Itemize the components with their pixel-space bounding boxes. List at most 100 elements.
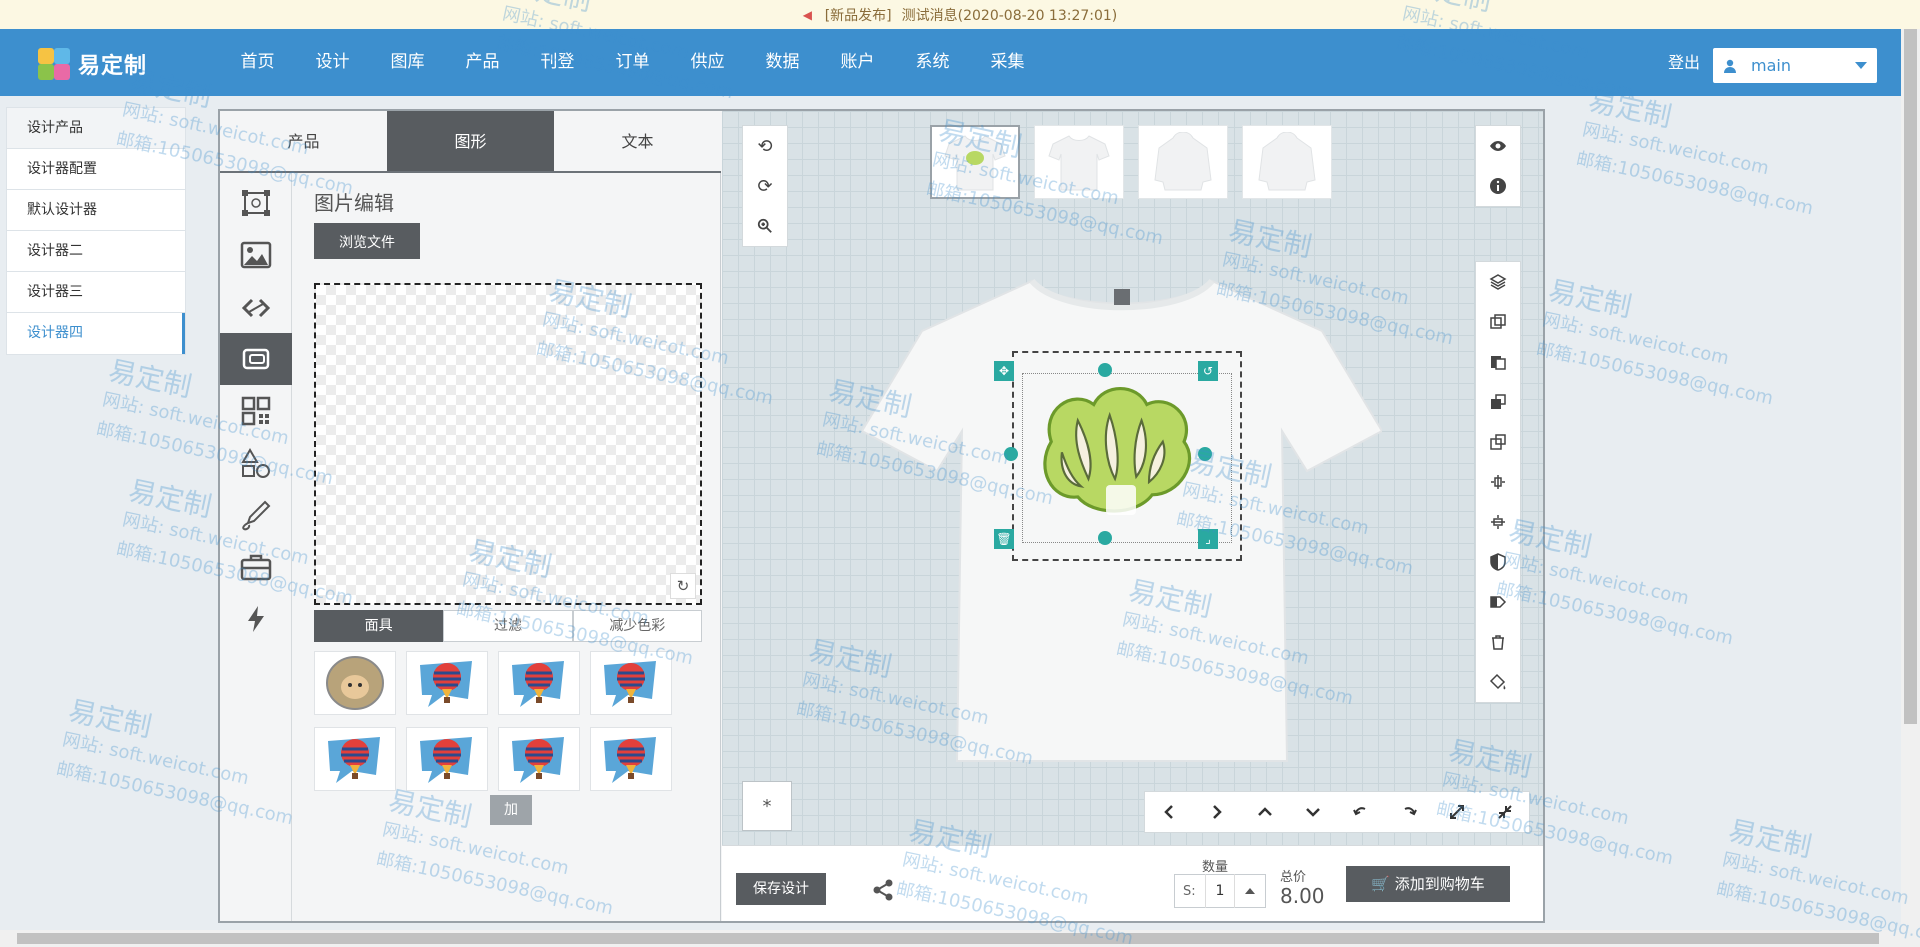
preview-eye-icon[interactable] bbox=[1476, 126, 1520, 166]
resize-handle-icon[interactable]: ⌟ bbox=[1198, 529, 1218, 549]
rotate-right-icon[interactable] bbox=[1385, 792, 1433, 832]
move-left-icon[interactable] bbox=[1145, 792, 1193, 832]
mask-item[interactable] bbox=[590, 651, 672, 715]
horizontal-scrollbar[interactable] bbox=[0, 930, 1901, 947]
subtab-0[interactable]: 面具 bbox=[314, 610, 444, 642]
move-handle-icon[interactable]: ✥ bbox=[994, 361, 1014, 381]
rotate-icon[interactable]: ↻ bbox=[670, 573, 696, 599]
image-icon[interactable] bbox=[220, 229, 292, 281]
tab-0[interactable]: 产品 bbox=[220, 111, 387, 171]
star-button[interactable]: * bbox=[742, 781, 792, 831]
tag-icon[interactable] bbox=[1476, 582, 1520, 622]
briefcase-icon[interactable] bbox=[220, 541, 292, 593]
align-vertical-icon[interactable] bbox=[1476, 502, 1520, 542]
bring-front-icon[interactable] bbox=[1476, 382, 1520, 422]
logout-link[interactable]: 登出 bbox=[1668, 29, 1700, 96]
nav-item-5[interactable]: 订单 bbox=[595, 29, 670, 96]
watermark-site: 网站: soft.weicot.com bbox=[1720, 849, 1911, 910]
mask-item[interactable] bbox=[406, 727, 488, 791]
frame-icon[interactable] bbox=[220, 177, 292, 229]
selected-artwork[interactable]: ✥ ↺ 🗑 ⌟ bbox=[994, 351, 1242, 561]
sidebar-item-2[interactable]: 默认设计器 bbox=[7, 190, 185, 231]
brand-logo[interactable]: 易定制 bbox=[36, 46, 147, 82]
mask-item[interactable] bbox=[498, 727, 580, 791]
notice-message[interactable]: 测试消息(2020-08-20 13:27:01) bbox=[902, 5, 1118, 25]
move-right-icon[interactable] bbox=[1193, 792, 1241, 832]
undo-icon[interactable]: ⟲ bbox=[743, 126, 787, 166]
nav-item-0[interactable]: 首页 bbox=[220, 29, 295, 96]
rotate-left-icon[interactable] bbox=[1337, 792, 1385, 832]
image-edit-canvas[interactable]: ↻ bbox=[314, 283, 702, 605]
shapes-icon[interactable] bbox=[220, 437, 292, 489]
delete-handle-icon[interactable]: 🗑 bbox=[994, 529, 1014, 549]
quantity-up-icon[interactable] bbox=[1235, 874, 1265, 908]
paste-icon[interactable] bbox=[1476, 342, 1520, 382]
nav-item-7[interactable]: 数据 bbox=[745, 29, 820, 96]
delete-icon[interactable] bbox=[1476, 622, 1520, 662]
handle-top[interactable] bbox=[1098, 363, 1112, 377]
mask-item[interactable] bbox=[314, 651, 396, 715]
subtab-2[interactable]: 减少色彩 bbox=[572, 610, 702, 642]
nav-item-6[interactable]: 供应 bbox=[670, 29, 745, 96]
sidebar-item-1[interactable]: 设计器配置 bbox=[7, 149, 185, 190]
view-thumbnail[interactable] bbox=[1034, 125, 1124, 199]
move-down-icon[interactable] bbox=[1289, 792, 1337, 832]
image-edit-icon[interactable] bbox=[220, 333, 292, 385]
mask-item[interactable] bbox=[590, 727, 672, 791]
user-icon bbox=[1724, 59, 1736, 73]
subtab-1[interactable]: 过滤 bbox=[443, 610, 573, 642]
sidebar-item-3[interactable]: 设计器二 bbox=[7, 231, 185, 272]
nav-item-3[interactable]: 产品 bbox=[445, 29, 520, 96]
layers-icon[interactable] bbox=[1476, 262, 1520, 302]
top-navbar: 易定制 首页 设计 图库 产品 刊登 订单 供应 数据 账户 系统 采集 登出 main bbox=[0, 29, 1920, 96]
info-icon[interactable] bbox=[1476, 166, 1520, 206]
sidebar-item-4[interactable]: 设计器三 bbox=[7, 272, 185, 313]
mask-item[interactable] bbox=[498, 651, 580, 715]
horizontal-scroll-thumb[interactable] bbox=[17, 933, 1879, 944]
redo-icon[interactable]: ⟳ bbox=[743, 166, 787, 206]
share-icon[interactable] bbox=[872, 879, 894, 901]
nav-item-9[interactable]: 系统 bbox=[895, 29, 970, 96]
nav-item-2[interactable]: 图库 bbox=[370, 29, 445, 96]
sidebar-item-5[interactable]: 设计器四 bbox=[7, 313, 185, 354]
quantity-input[interactable]: 1 bbox=[1205, 874, 1235, 908]
user-select[interactable]: main bbox=[1713, 48, 1877, 83]
expand-icon[interactable] bbox=[1433, 792, 1481, 832]
notice-tag[interactable]: [新品发布] bbox=[825, 5, 892, 25]
vertical-scroll-thumb[interactable] bbox=[1904, 29, 1917, 724]
send-back-icon[interactable] bbox=[1476, 422, 1520, 462]
nav-item-4[interactable]: 刊登 bbox=[520, 29, 595, 96]
mask-item[interactable] bbox=[406, 651, 488, 715]
add-to-cart-button[interactable]: 🛒 添加到购物车 bbox=[1346, 866, 1510, 902]
sidebar-item-0[interactable]: 设计产品 bbox=[7, 108, 185, 149]
compress-icon[interactable] bbox=[1481, 792, 1529, 832]
align-horizontal-icon[interactable] bbox=[1476, 462, 1520, 502]
nav-item-1[interactable]: 设计 bbox=[295, 29, 370, 96]
qr-code-icon[interactable] bbox=[220, 385, 292, 437]
view-thumbnail[interactable] bbox=[1138, 125, 1228, 199]
nav-item-10[interactable]: 采集 bbox=[970, 29, 1045, 96]
save-design-button[interactable]: 保存设计 bbox=[736, 873, 826, 905]
rotate-handle-icon[interactable]: ↺ bbox=[1198, 361, 1218, 381]
quantity-stepper[interactable]: S: 1 bbox=[1174, 874, 1266, 908]
move-up-icon[interactable] bbox=[1241, 792, 1289, 832]
fill-bucket-icon[interactable] bbox=[1476, 662, 1520, 702]
mask-item[interactable] bbox=[314, 727, 396, 791]
duplicate-icon[interactable] bbox=[1476, 302, 1520, 342]
add-button[interactable]: 加 bbox=[490, 795, 532, 825]
shield-icon[interactable] bbox=[1476, 542, 1520, 582]
tab-1[interactable]: 图形 bbox=[387, 111, 554, 171]
handle-left[interactable] bbox=[1004, 447, 1018, 461]
link-icon[interactable] bbox=[220, 281, 292, 333]
view-thumbnail[interactable] bbox=[930, 125, 1020, 199]
tab-2[interactable]: 文本 bbox=[554, 111, 721, 171]
nav-item-8[interactable]: 账户 bbox=[820, 29, 895, 96]
vertical-scrollbar[interactable] bbox=[1901, 29, 1920, 947]
flash-icon[interactable] bbox=[220, 593, 292, 645]
handle-bottom[interactable] bbox=[1098, 531, 1112, 545]
zoom-icon[interactable] bbox=[743, 206, 787, 246]
browse-file-button[interactable]: 浏览文件 bbox=[314, 223, 420, 259]
handle-right[interactable] bbox=[1198, 447, 1212, 461]
view-thumbnail[interactable] bbox=[1242, 125, 1332, 199]
pen-icon[interactable] bbox=[220, 489, 292, 541]
